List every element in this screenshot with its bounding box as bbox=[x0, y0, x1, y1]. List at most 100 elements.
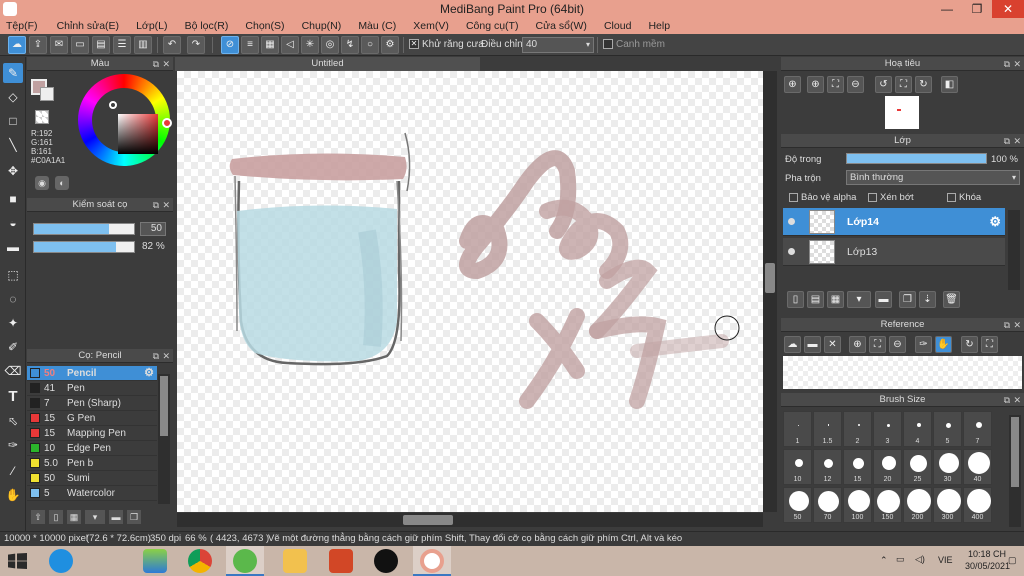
reference-rotate-icon[interactable]: ↻ bbox=[961, 336, 978, 353]
duplicate-brush-icon[interactable]: ❐ bbox=[127, 510, 141, 524]
protect-alpha-checkbox[interactable] bbox=[789, 193, 798, 202]
menu-window[interactable]: Cửa sổ(W) bbox=[530, 18, 595, 34]
perspective-snap-icon[interactable]: ◁ bbox=[281, 36, 299, 54]
maximize-button[interactable]: ❐ bbox=[962, 0, 992, 18]
brush-size-option[interactable]: 1 bbox=[783, 411, 812, 447]
fit-screen-icon[interactable]: ⛶ bbox=[827, 76, 844, 93]
visibility-eye-icon[interactable] bbox=[788, 218, 795, 225]
canvas-tab[interactable]: Untitled bbox=[175, 57, 480, 71]
move-tool-icon[interactable]: ✥ bbox=[3, 161, 23, 181]
color-history-icon[interactable]: ◐ bbox=[55, 176, 69, 190]
brush-list-scroll-thumb[interactable] bbox=[160, 376, 168, 436]
zoom-fit-icon[interactable]: ⊕ bbox=[784, 76, 801, 93]
eraser-tool-icon[interactable]: ◇ bbox=[3, 87, 23, 107]
close-icon[interactable]: ✕ bbox=[1013, 57, 1021, 71]
brush-size-option[interactable]: 5 bbox=[933, 411, 962, 447]
minimize-button[interactable]: — bbox=[932, 0, 962, 18]
brush-size-option[interactable]: 50 bbox=[783, 487, 812, 523]
popout-icon[interactable]: ⧉ bbox=[1004, 134, 1010, 148]
reference-view[interactable] bbox=[783, 356, 1022, 389]
bucket-tool-icon[interactable]: ◒ bbox=[3, 213, 23, 233]
reference-reset-icon[interactable]: ⛶ bbox=[981, 336, 998, 353]
document-icon[interactable]: ▤ bbox=[92, 36, 110, 54]
canvas-vertical-scrollbar[interactable] bbox=[763, 71, 777, 512]
layer-opacity-slider[interactable] bbox=[846, 153, 987, 164]
popout-icon[interactable]: ⧉ bbox=[153, 57, 159, 71]
close-icon[interactable]: ✕ bbox=[162, 198, 170, 212]
cloud-icon[interactable]: ☁ bbox=[8, 36, 26, 54]
select-pen-tool-icon[interactable]: ✐ bbox=[3, 337, 23, 357]
layer-scrollbar[interactable] bbox=[1008, 210, 1020, 290]
brush-item[interactable]: 15 G Pen bbox=[27, 411, 157, 426]
background-color-swatch[interactable] bbox=[40, 87, 54, 101]
menu-layer[interactable]: Lớp(L) bbox=[130, 18, 175, 34]
antialias-checkbox[interactable]: ✕ bbox=[409, 39, 419, 49]
gradient-tool-icon[interactable]: ▬ bbox=[3, 237, 23, 257]
reference-cloud-icon[interactable]: ☁ bbox=[784, 336, 801, 353]
taskbar-explorer[interactable] bbox=[276, 546, 314, 576]
brush-menu-icon[interactable]: ▾ bbox=[85, 510, 105, 524]
brush-size-option[interactable]: 40 bbox=[963, 449, 992, 485]
menu-help[interactable]: Help bbox=[642, 18, 678, 34]
drawing-canvas[interactable] bbox=[177, 71, 763, 512]
reference-open-icon[interactable]: ▬ bbox=[804, 336, 821, 353]
brush-size-option[interactable]: 1.5 bbox=[813, 411, 842, 447]
horizontal-scroll-thumb[interactable] bbox=[403, 515, 453, 525]
clock-time[interactable]: 10:18 CH bbox=[968, 549, 1006, 559]
add-brush-icon[interactable]: ▦ bbox=[67, 510, 81, 524]
zoom-out-icon[interactable]: ⊖ bbox=[847, 76, 864, 93]
taskbar-app[interactable] bbox=[226, 546, 264, 576]
hue-cursor[interactable] bbox=[162, 118, 172, 128]
no-snap-icon[interactable]: ⊘ bbox=[221, 36, 239, 54]
clipping-checkbox[interactable] bbox=[868, 193, 877, 202]
visibility-eye-icon[interactable] bbox=[788, 248, 795, 255]
brush-size-option[interactable]: 25 bbox=[903, 449, 932, 485]
chat-icon[interactable]: ▭ bbox=[71, 36, 89, 54]
menu-color[interactable]: Màu (C) bbox=[352, 18, 404, 34]
clock-date[interactable]: 30/05/2021 bbox=[965, 561, 1010, 571]
sv-cursor[interactable] bbox=[109, 101, 117, 109]
taskbar-bluestacks[interactable] bbox=[136, 546, 174, 576]
brush-size-option[interactable]: 7 bbox=[963, 411, 992, 447]
vertical-scroll-thumb[interactable] bbox=[765, 263, 775, 293]
close-icon[interactable]: ✕ bbox=[162, 349, 170, 363]
select-rect-tool-icon[interactable]: ⬚ bbox=[3, 265, 23, 285]
menu-select[interactable]: Chọn(S) bbox=[239, 18, 292, 34]
lasso-tool-icon[interactable]: ◌ bbox=[3, 289, 23, 309]
hand-tool-icon[interactable]: ✋ bbox=[3, 485, 23, 505]
brush-size-option[interactable]: 70 bbox=[813, 487, 842, 523]
tray-arrow-icon[interactable]: ⌃ bbox=[880, 555, 888, 566]
reset-view-icon[interactable]: ⛶ bbox=[895, 76, 912, 93]
menu-view[interactable]: Xem(V) bbox=[407, 18, 457, 34]
brush-size-option[interactable]: 12 bbox=[813, 449, 842, 485]
brush-size-option[interactable]: 200 bbox=[903, 487, 932, 523]
close-icon[interactable]: ✕ bbox=[162, 57, 170, 71]
brush-size-option[interactable]: 100 bbox=[843, 487, 872, 523]
redo-icon[interactable]: ↷ bbox=[187, 36, 205, 54]
rotate-right-icon[interactable]: ↻ bbox=[915, 76, 932, 93]
close-button[interactable]: ✕ bbox=[992, 0, 1024, 18]
brush-size-option[interactable]: 3 bbox=[873, 411, 902, 447]
reference-zoom-out-icon[interactable]: ⊖ bbox=[889, 336, 906, 353]
saturation-value-square[interactable] bbox=[118, 114, 158, 154]
menu-cloud[interactable]: Cloud bbox=[598, 18, 639, 34]
gear-icon[interactable]: ⚙ bbox=[989, 214, 1001, 230]
brush-item[interactable]: 7 Pen (Sharp) bbox=[27, 396, 157, 411]
operation-tool-icon[interactable]: ⬁ bbox=[3, 411, 23, 431]
brush-size-value[interactable]: 50 bbox=[140, 222, 166, 236]
brush-item[interactable]: 5 Watercolor bbox=[27, 486, 157, 501]
reference-fit-icon[interactable]: ⛶ bbox=[869, 336, 886, 353]
layer-folder-icon[interactable]: ▬ bbox=[875, 291, 892, 308]
brush-opacity-slider[interactable] bbox=[33, 241, 135, 253]
taskbar-powerpoint[interactable] bbox=[322, 546, 360, 576]
brush-size-option[interactable]: 400 bbox=[963, 487, 992, 523]
popout-icon[interactable]: ⧉ bbox=[153, 198, 159, 212]
flip-icon[interactable]: ◧ bbox=[941, 76, 958, 93]
soft-snap-checkbox[interactable] bbox=[603, 39, 613, 49]
brush-size-option[interactable]: 10 bbox=[783, 449, 812, 485]
layer-row[interactable]: Lớp14 ⚙ bbox=[783, 208, 1005, 236]
new-8bit-layer-icon[interactable]: ▦ bbox=[827, 291, 844, 308]
windows-start-icon-right[interactable] bbox=[17, 553, 27, 569]
share-icon[interactable]: ⇪ bbox=[29, 36, 47, 54]
taskbar-medibang[interactable] bbox=[413, 546, 451, 576]
